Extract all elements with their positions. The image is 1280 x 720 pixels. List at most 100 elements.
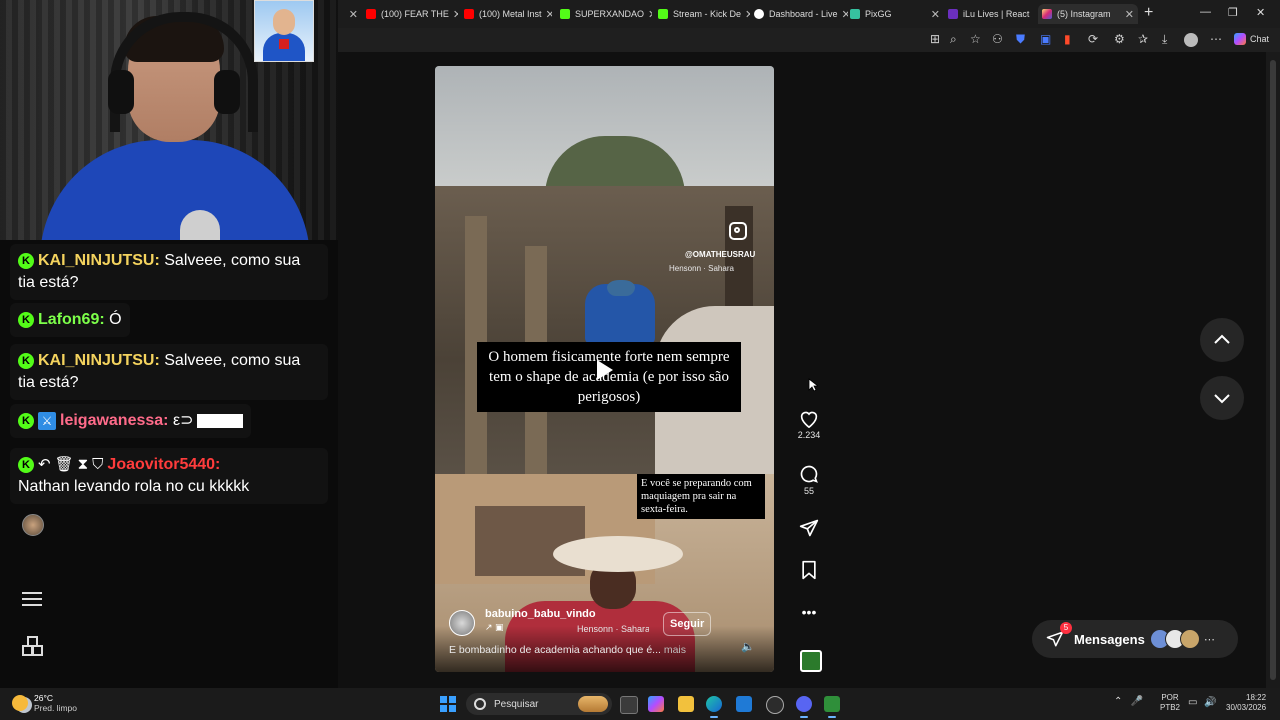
superhero-sticker — [254, 0, 314, 62]
close-icon[interactable]: ✕ — [1121, 8, 1134, 21]
more-link[interactable]: mais — [661, 644, 686, 656]
chat-message: K ↶ 🗑 ⧗ ⛉ Joaovitor5440: Nathan levando rola … — [10, 448, 328, 505]
tab-label: iLu Lives | React — [963, 9, 1030, 19]
tab-dashboard[interactable]: Dashboard - Live ✕ — [754, 4, 848, 24]
close-icon[interactable]: ✕ — [449, 8, 458, 21]
extension-icon[interactable]: ⚇ — [992, 32, 1003, 46]
steam-icon[interactable] — [766, 696, 784, 714]
shield-extension-icon[interactable]: ⛊ — [1016, 32, 1025, 47]
follow-button[interactable]: Seguir — [663, 612, 712, 636]
download-icon[interactable]: ⤓ — [1162, 32, 1167, 47]
extensions-puzzle-icon[interactable]: ⚙ — [1114, 32, 1125, 46]
instagram-icon — [1042, 9, 1052, 19]
watermark-audio: Hensonn · Sahara — [669, 264, 734, 273]
previous-reel-button[interactable] — [1200, 318, 1244, 362]
close-icon[interactable]: ✕ — [644, 8, 652, 21]
refresh-extension-icon[interactable]: ⟳ — [1088, 32, 1098, 46]
send-icon — [799, 519, 819, 537]
close-icon[interactable]: ✕ — [927, 8, 940, 21]
translate-extension-icon[interactable]: ▣ — [1040, 32, 1051, 46]
share-button[interactable] — [794, 518, 824, 538]
post-caption[interactable]: E bombadinho de academia achando que é..… — [449, 644, 686, 656]
mouse-cursor-icon — [808, 378, 818, 392]
discord-icon[interactable] — [796, 696, 812, 718]
chat-text: ε⊃ — [168, 412, 194, 429]
youtube-icon — [366, 9, 376, 19]
tab-pixgg[interactable]: PixGG ✕ — [850, 4, 940, 24]
minimize-button[interactable]: — — [1200, 6, 1211, 18]
save-button[interactable] — [794, 560, 824, 580]
office-extension-icon[interactable]: ▮ — [1064, 32, 1071, 46]
post-caption-text: E bombadinho de academia achando que é..… — [449, 644, 661, 656]
taskbar-search[interactable]: Pesquisar — [466, 693, 612, 715]
apps-grid-icon[interactable] — [22, 636, 43, 656]
play-icon[interactable] — [597, 360, 613, 380]
kick-badge-icon: K — [18, 252, 34, 269]
tab-close-leftover[interactable]: ✕ — [344, 4, 358, 24]
tab-ilu-lives[interactable]: iLu Lives | React✕ — [948, 4, 1034, 24]
tab-kick-superxandao[interactable]: SUPERXANDAO✕ — [560, 4, 652, 24]
censored-block — [197, 413, 244, 428]
browser-toolbar: ⊞ ⌕ ☆ ⚇ ⛊ ▣ ▮ ⟳ ⚙ ✰ ⤓ ⋯ Chat — [338, 28, 1280, 52]
author-username[interactable]: babuino_babu_vindo — [485, 608, 596, 620]
store-icon[interactable] — [736, 696, 752, 712]
new-tab-button[interactable]: + — [1144, 4, 1153, 22]
page-scrollbar[interactable] — [1266, 52, 1280, 688]
comment-button[interactable]: 55 — [794, 464, 824, 496]
file-explorer-icon[interactable] — [678, 696, 694, 712]
menu-icon[interactable] — [22, 588, 42, 608]
close-icon[interactable]: ✕ — [1029, 8, 1034, 21]
pixgg-icon — [850, 9, 860, 19]
weather-sun-icon — [12, 695, 28, 711]
zoom-icon[interactable]: ⌕ — [950, 32, 957, 47]
tab-instagram[interactable]: (5) Instagram ✕ — [1038, 4, 1138, 24]
copilot-icon[interactable] — [648, 696, 664, 712]
kick-badge-icon: K — [18, 352, 34, 369]
tab-label: Stream - Kick De — [673, 9, 742, 19]
weather-widget[interactable]: 26°C Pred. limpo — [12, 693, 77, 713]
copilot-chat-button[interactable]: Chat — [1234, 33, 1269, 45]
sword-badge-icon: ⚔ — [38, 411, 56, 430]
close-icon[interactable]: ✕ — [542, 8, 552, 21]
clock-date: 30/03/2026 — [1226, 703, 1267, 712]
profile-avatar-icon[interactable] — [1184, 33, 1198, 47]
tab-label: Dashboard - Live — [769, 9, 838, 19]
restore-button[interactable]: ❐ — [1228, 6, 1238, 19]
tab-youtube-fear[interactable]: (100) FEAR THE ✕ — [366, 4, 458, 24]
search-icon — [474, 698, 486, 710]
more-options-icon[interactable]: ⋯ — [1210, 32, 1222, 46]
system-tray[interactable]: ⌃ 🎤 — [1114, 696, 1143, 707]
tab-youtube-metal[interactable]: (100) Metal Inst ✕ — [464, 4, 552, 24]
reel-video[interactable]: @OMATHEUSRAU Hensonn · Sahara O homem fi… — [435, 66, 774, 672]
comment-icon — [800, 465, 818, 483]
like-button[interactable]: 2.234 — [794, 410, 824, 440]
app-available-icon[interactable]: ⊞ — [930, 32, 940, 46]
windows-start-icon[interactable] — [440, 696, 456, 712]
more-dots-icon: ••• — [801, 604, 817, 620]
reel-audio-name[interactable]: Hensonn · Sahara — [577, 624, 649, 634]
close-window-button[interactable]: ✕ — [1256, 6, 1265, 19]
obs-app-icon[interactable] — [824, 696, 840, 718]
task-view-icon[interactable] — [620, 696, 638, 714]
close-icon[interactable]: ✕ — [741, 8, 750, 21]
favorites-icon[interactable]: ✰ — [1138, 32, 1148, 46]
chat-message: K KAI_NINJUTSU: Salveee, como sua tia est… — [10, 344, 328, 400]
more-options-button[interactable]: ••• — [794, 604, 824, 620]
network-icon[interactable]: ▭ — [1188, 697, 1197, 708]
viewer-avatar[interactable] — [22, 514, 44, 536]
messages-button[interactable]: 5 Mensagens ⋯ — [1032, 620, 1238, 658]
tab-kick-stream[interactable]: Stream - Kick De ✕ — [658, 4, 750, 24]
author-avatar[interactable] — [449, 610, 475, 636]
edge-browser-icon[interactable] — [706, 696, 722, 718]
close-icon[interactable]: ✕ — [838, 8, 848, 21]
audio-thumbnail[interactable] — [800, 650, 822, 672]
browser-window: ✕ (100) FEAR THE ✕ (100) Metal Inst ✕ SUPE… — [338, 0, 1280, 688]
next-reel-button[interactable] — [1200, 376, 1244, 420]
messages-label: Mensagens — [1074, 631, 1145, 647]
undo-badge-icon: ↶ — [38, 456, 51, 473]
volume-tray-icon[interactable]: 🔊 — [1204, 697, 1216, 708]
language-indicator[interactable]: POR PTB2 — [1160, 693, 1180, 713]
favorite-star-icon[interactable]: ☆ — [970, 32, 981, 46]
system-clock[interactable]: 18:22 30/03/2026 — [1226, 693, 1266, 713]
volume-icon[interactable]: 🔈 — [741, 640, 755, 653]
